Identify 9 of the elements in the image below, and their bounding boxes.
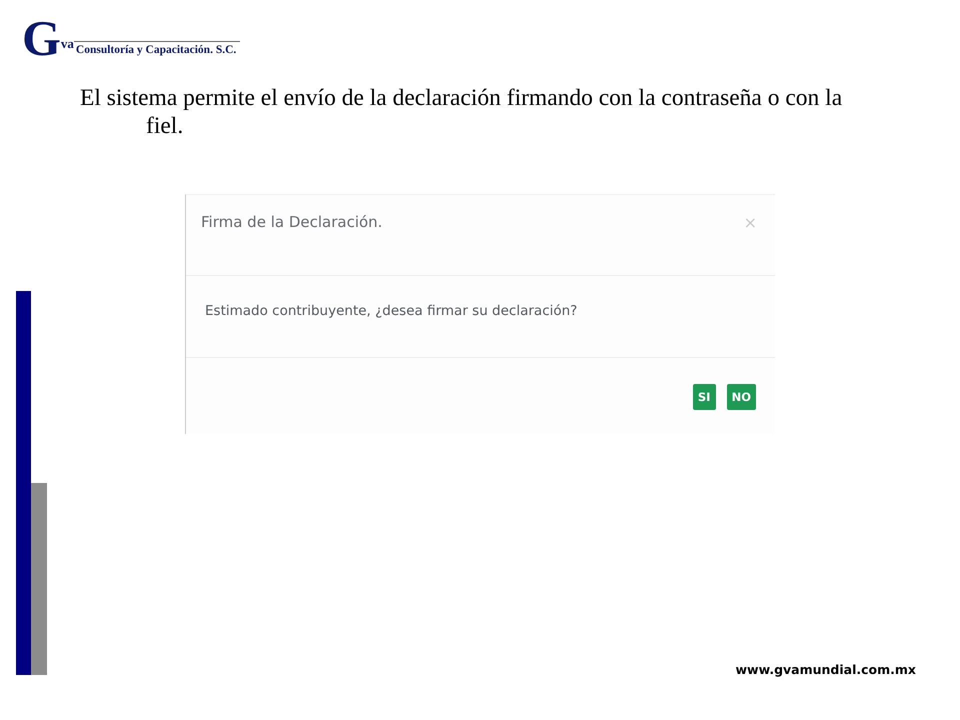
answer-button[interactable]: SI <box>692 384 716 410</box>
logo-initial: G <box>22 18 61 58</box>
logo-letters: va <box>60 37 74 50</box>
dialog-message: Estimado contribuyente, ¿desea firmar su declaración? <box>205 303 578 319</box>
answer-button[interactable]: NO <box>726 384 756 410</box>
website-url: www.gvamundial.com.mx <box>735 662 916 677</box>
dialog-title: Firma de la Declaración. <box>201 213 382 231</box>
company-name: Consultoría y Capacitación. S.C. <box>74 41 240 56</box>
statement-text: El sistema permite el envío de la declaración firmando con la contraseña o con la fiel. <box>79 84 844 140</box>
